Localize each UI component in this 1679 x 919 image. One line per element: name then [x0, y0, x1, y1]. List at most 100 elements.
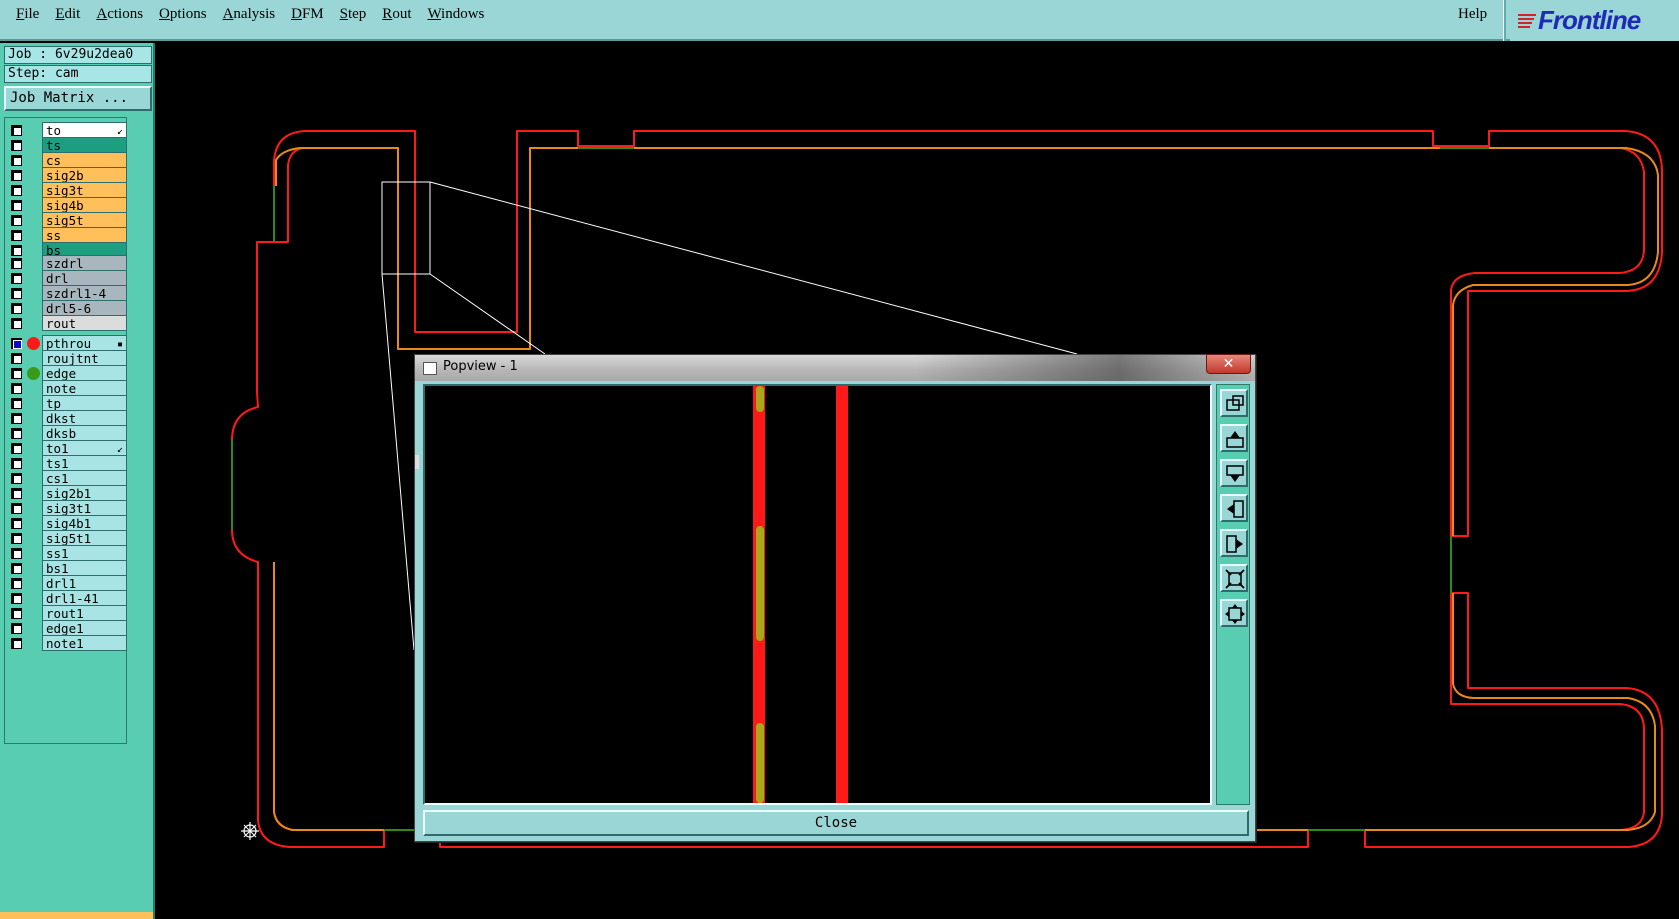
layer-row-edge[interactable]: edge [5, 365, 127, 381]
layer-name[interactable]: cs [42, 152, 127, 168]
layer-name[interactable]: ss [42, 227, 127, 243]
layer-row-szdrl[interactable]: szdrl [5, 255, 127, 271]
layer-name[interactable]: sig3t [42, 182, 127, 198]
layer-checkbox[interactable] [11, 398, 22, 409]
layer-row-ss[interactable]: ss [5, 227, 127, 243]
layer-name[interactable]: rout [42, 315, 127, 331]
layer-row-cs[interactable]: cs [5, 152, 127, 168]
layer-name[interactable]: ts [42, 137, 127, 153]
layer-row-cs1[interactable]: cs1 [5, 470, 127, 486]
layer-name[interactable]: to ↙ [42, 122, 127, 138]
layer-row-rout[interactable]: rout [5, 315, 127, 331]
layer-checkbox[interactable] [11, 303, 22, 314]
layer-row-edge1[interactable]: edge1 [5, 620, 127, 636]
layer-row-ts[interactable]: ts [5, 137, 127, 153]
layer-checkbox[interactable] [11, 518, 22, 529]
layer-row-sig5t[interactable]: sig5t [5, 212, 127, 228]
layer-name[interactable]: sig4b [42, 197, 127, 213]
layer-checkbox[interactable] [11, 288, 22, 299]
layer-name[interactable]: sig5t1 [42, 530, 127, 546]
layer-name[interactable]: cs1 [42, 470, 127, 486]
layer-checkbox[interactable] [11, 623, 22, 634]
layer-row-sig3t[interactable]: sig3t [5, 182, 127, 198]
layer-row-sig5t1[interactable]: sig5t1 [5, 530, 127, 546]
layer-checkbox[interactable] [11, 338, 22, 349]
layer-checkbox[interactable] [11, 593, 22, 604]
layer-name[interactable]: ss1 [42, 545, 127, 561]
menu-file[interactable]: File [8, 0, 47, 28]
layer-name[interactable]: drl1-41 [42, 590, 127, 606]
pan-right-button[interactable] [1220, 529, 1248, 557]
layer-row-tp[interactable]: tp [5, 395, 127, 411]
layer-name[interactable]: note1 [42, 635, 127, 651]
pan-up-button[interactable] [1220, 424, 1248, 452]
menu-windows[interactable]: Windows [419, 0, 492, 28]
layer-row-dkst[interactable]: dkst [5, 410, 127, 426]
layer-name[interactable]: note [42, 380, 127, 396]
layer-checkbox[interactable] [11, 383, 22, 394]
layer-name[interactable]: drl5-6 [42, 300, 127, 316]
job-matrix-button[interactable]: Job Matrix ... [4, 86, 152, 111]
layer-row-drl[interactable]: drl [5, 270, 127, 286]
layer-checkbox[interactable] [11, 215, 22, 226]
pan-left-button[interactable] [1220, 494, 1248, 522]
layer-checkbox[interactable] [11, 140, 22, 151]
layer-row-sig4b1[interactable]: sig4b1 [5, 515, 127, 531]
layer-row-ts1[interactable]: ts1 [5, 455, 127, 471]
layer-checkbox[interactable] [11, 488, 22, 499]
layer-name[interactable]: pthrou ▪ [42, 335, 127, 351]
layer-checkbox[interactable] [11, 578, 22, 589]
layer-row-note1[interactable]: note1 [5, 635, 127, 651]
layer-checkbox[interactable] [11, 185, 22, 196]
layer-checkbox[interactable] [11, 533, 22, 544]
layer-checkbox[interactable] [11, 170, 22, 181]
layer-row-rout1[interactable]: rout1 [5, 605, 127, 621]
layer-row-sig3t1[interactable]: sig3t1 [5, 500, 127, 516]
popview-titlebar[interactable]: Popview - 1 ✕ [415, 354, 1255, 381]
layer-checkbox[interactable] [11, 368, 22, 379]
layer-name[interactable]: tp [42, 395, 127, 411]
close-button[interactable]: Close [423, 810, 1249, 836]
layer-checkbox[interactable] [11, 230, 22, 241]
layer-checkbox[interactable] [11, 443, 22, 454]
layer-checkbox[interactable] [11, 608, 22, 619]
layer-name[interactable]: ts1 [42, 455, 127, 471]
menu-options[interactable]: Options [151, 0, 215, 28]
layer-name[interactable]: bs1 [42, 560, 127, 576]
layer-checkbox[interactable] [11, 458, 22, 469]
layer-name[interactable]: rout1 [42, 605, 127, 621]
layer-row-roujtnt[interactable]: roujtnt [5, 350, 127, 366]
pan-down-button[interactable] [1220, 459, 1248, 487]
layer-name[interactable]: sig5t [42, 212, 127, 228]
menu-rout[interactable]: Rout [374, 0, 419, 28]
layer-checkbox[interactable] [11, 428, 22, 439]
menu-actions[interactable]: Actions [88, 0, 151, 28]
layer-name[interactable]: edge [42, 365, 127, 381]
layer-row-szdrl1-4[interactable]: szdrl1-4 [5, 285, 127, 301]
layer-name[interactable]: roujtnt [42, 350, 127, 366]
layer-checkbox[interactable] [11, 548, 22, 559]
layer-row-to1[interactable]: to1 ↙ [5, 440, 127, 456]
layer-checkbox[interactable] [11, 200, 22, 211]
layer-name[interactable]: dksb [42, 425, 127, 441]
layer-name[interactable]: drl1 [42, 575, 127, 591]
layer-row-to[interactable]: to ↙ [5, 122, 127, 138]
layer-name[interactable]: sig4b1 [42, 515, 127, 531]
zoom-window-button[interactable] [1220, 389, 1248, 417]
layer-checkbox[interactable] [11, 413, 22, 424]
layer-row-ss1[interactable]: ss1 [5, 545, 127, 561]
layer-checkbox[interactable] [11, 473, 22, 484]
layer-name[interactable]: sig3t1 [42, 500, 127, 516]
layer-row-drl5-6[interactable]: drl5-6 [5, 300, 127, 316]
menu-edit[interactable]: Edit [47, 0, 88, 28]
layer-name[interactable]: to1 ↙ [42, 440, 127, 456]
layer-checkbox[interactable] [11, 353, 22, 364]
layer-name[interactable]: szdrl [42, 255, 127, 271]
layer-checkbox[interactable] [11, 563, 22, 574]
window-close-icon[interactable]: ✕ [1206, 354, 1251, 374]
layer-row-pthrou[interactable]: pthrou ▪ [5, 335, 127, 351]
layer-name[interactable]: sig2b [42, 167, 127, 183]
layer-checkbox[interactable] [11, 155, 22, 166]
zoom-home-button[interactable] [1220, 564, 1248, 592]
layer-row-dksb[interactable]: dksb [5, 425, 127, 441]
